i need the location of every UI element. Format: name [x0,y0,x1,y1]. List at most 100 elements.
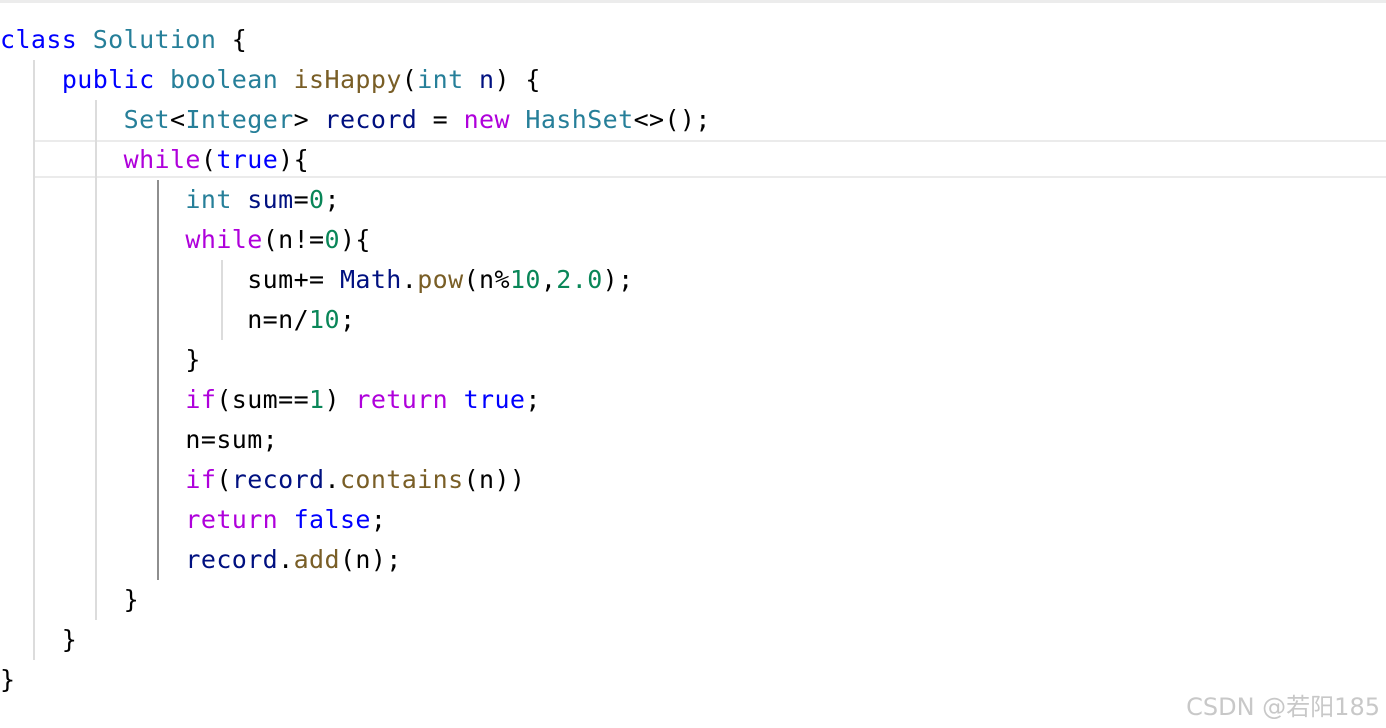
code-token: } [0,585,140,614]
code-line[interactable]: sum+= Math.pow(n%10,2.0); [0,260,711,300]
code-token: true [216,145,279,174]
code-token: class [0,25,78,54]
code-token: isHappy [293,65,402,94]
code-token: = [417,105,464,134]
code-token: boolean [169,65,279,94]
code-line[interactable]: if(record.contains(n)) [0,460,711,500]
code-token: while [185,225,263,254]
code-token: (n% [463,265,510,294]
code-token: . [324,465,340,494]
code-token: 1 [309,385,325,414]
code-token: sum [247,185,294,214]
code-token: ; [324,185,340,214]
code-token: int [185,185,232,214]
code-token: , [540,265,557,294]
code-token: Solution [92,25,217,54]
top-border [0,0,1386,3]
code-line[interactable]: return false; [0,500,711,540]
code-token: <>(); [633,105,711,134]
code-token: record [324,105,418,134]
code-line[interactable]: int sum=0; [0,180,711,220]
code-token: n [479,65,495,94]
code-token: HashSet [525,105,634,134]
code-line[interactable]: class Solution { [0,20,711,60]
code-token: ; [339,305,356,334]
code-token: 0 [309,185,325,214]
code-token: (n!= [262,225,325,254]
code-line[interactable]: } [0,340,711,380]
code-line[interactable]: n=n/10; [0,300,711,340]
code-line[interactable]: } [0,580,711,620]
code-line[interactable]: while(true){ [0,140,711,180]
code-token: ) [324,385,356,414]
code-token: ( [216,465,232,494]
code-token: > [293,105,325,134]
code-lines[interactable]: class Solution { public boolean isHappy(… [0,20,711,700]
code-token: public [61,65,155,94]
code-line[interactable]: record.add(n); [0,540,711,580]
code-token: new [463,105,510,134]
code-token: Math [339,265,402,294]
code-token: while [123,145,201,174]
code-token: Set [123,105,170,134]
code-line[interactable]: if(sum==1) return true; [0,380,711,420]
code-token: true [463,385,526,414]
code-token: ( [401,65,418,94]
code-token: false [293,505,371,534]
code-token: } [0,665,16,694]
code-line[interactable]: public boolean isHappy(int n) { [0,60,711,100]
code-token: n=sum; [0,425,279,454]
code-token: = [293,185,310,214]
code-token: contains [339,465,464,494]
code-token: ( [200,145,217,174]
code-editor[interactable]: class Solution { public boolean isHappy(… [0,0,1386,728]
code-token: Integer [185,105,294,134]
code-token: } [0,345,201,374]
code-token: ){ [278,145,310,174]
code-line[interactable]: Set<Integer> record = new HashSet<>(); [0,100,711,140]
code-token: 2.0 [556,265,603,294]
code-token: n=n/ [247,305,310,334]
code-token: record [185,545,279,574]
code-token: if [185,385,217,414]
code-line[interactable]: while(n!=0){ [0,220,711,260]
code-token: ; [525,385,541,414]
code-token: . [278,545,294,574]
code-token: { [216,25,248,54]
code-token: 0 [324,225,340,254]
code-line[interactable]: n=sum; [0,420,711,460]
code-token: add [293,545,340,574]
code-line[interactable]: } [0,660,711,700]
watermark: CSDN @若阳185 [1186,693,1380,721]
code-token: < [169,105,186,134]
code-token: ){ [339,225,371,254]
code-token: ); [602,265,634,294]
code-token: . [401,265,418,294]
code-token: 10 [509,265,541,294]
code-token: 10 [309,305,340,334]
code-token: (n); [339,545,402,574]
code-token: record [231,465,325,494]
code-token: } [0,625,78,654]
code-line[interactable]: } [0,620,711,660]
code-token: int [417,65,464,94]
code-token: pow [417,265,464,294]
